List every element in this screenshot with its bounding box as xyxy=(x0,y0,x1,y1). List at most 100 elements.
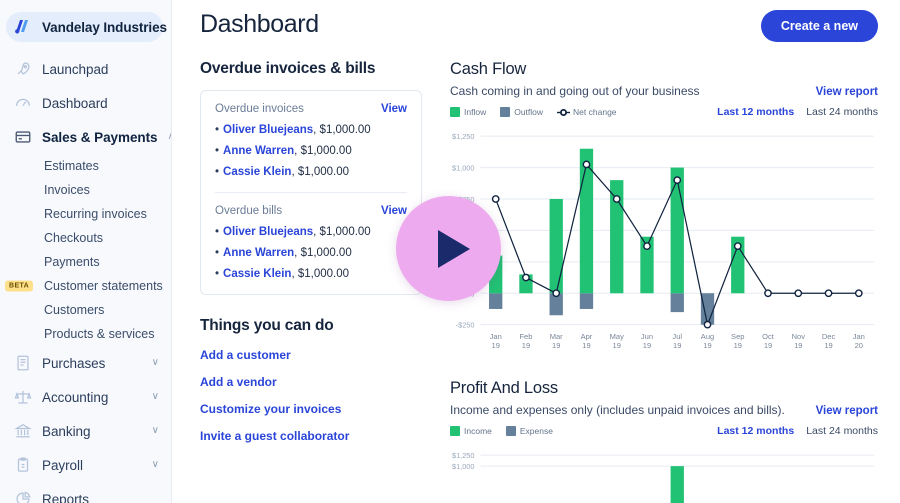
sidebar-item-accounting[interactable]: Accounting ∨ xyxy=(0,380,171,414)
overdue-contact-link[interactable]: Cassie Klein xyxy=(223,166,291,178)
x-axis-tick-label: Mar xyxy=(550,332,563,341)
range-option-last-12-months[interactable]: Last 12 months xyxy=(717,106,794,118)
legend-item: Income xyxy=(450,426,492,437)
net-change-point xyxy=(552,289,561,298)
clipboard-icon xyxy=(14,456,32,474)
bullet-icon: • xyxy=(215,226,220,238)
x-axis-tick-label: Sep xyxy=(731,332,744,341)
net-change-marker-icon xyxy=(557,108,571,117)
x-axis-tick-label-year: 19 xyxy=(492,341,500,350)
legend-item: Inflow xyxy=(450,107,486,117)
x-axis-tick-label: Jan xyxy=(853,332,865,341)
overdue-contact-link[interactable]: Anne Warren xyxy=(223,145,294,157)
things-link-add-a-customer[interactable]: Add a customer xyxy=(200,348,422,362)
net-change-point xyxy=(764,289,772,298)
sidebar-subitem-label: Customer statements xyxy=(44,279,163,293)
legend-label: Income xyxy=(464,426,492,437)
y-axis-tick-label: $1,250 xyxy=(452,451,474,460)
sidebar-item-banking[interactable]: Banking ∨ xyxy=(0,414,171,448)
things-link-add-a-vendor[interactable]: Add a vendor xyxy=(200,375,422,389)
sidebar-item-sales-payments[interactable]: Sales & Payments∧ xyxy=(0,120,171,154)
overdue-amount: $1,000.00 xyxy=(297,268,349,280)
sidebar-subitem-payments[interactable]: Payments xyxy=(0,250,171,274)
overdue-view-link[interactable]: View xyxy=(381,205,407,217)
sidebar: Vandelay Industries › Launchpad Dashboard… xyxy=(0,0,172,503)
sidebar-subitem-products-services[interactable]: Products & services xyxy=(0,322,171,346)
profit-and-loss-chart: $1,250 $1,000 xyxy=(450,447,878,503)
page-header: Dashboard Create a new xyxy=(200,10,878,42)
create-a-new-button[interactable]: Create a new xyxy=(760,10,878,42)
net-change-point xyxy=(673,176,682,185)
profit-and-loss-legend: Income Expense xyxy=(450,426,553,437)
sidebar-subitem-estimates[interactable]: Estimates xyxy=(0,154,171,178)
x-axis-tick-label-year: 19 xyxy=(703,341,711,350)
cash-flow-view-report-link[interactable]: View report xyxy=(816,86,878,98)
x-axis-tick-label-year: 19 xyxy=(522,341,530,350)
overdue-amount: $1,000.00 xyxy=(300,247,352,259)
overdue-amount: $1,000.00 xyxy=(300,145,352,157)
overdue-contact-link[interactable]: Cassie Klein xyxy=(223,268,291,280)
bar-outflow xyxy=(579,293,594,309)
sidebar-subitem-invoices[interactable]: Invoices xyxy=(0,178,171,202)
net-change-point xyxy=(522,273,530,282)
x-axis-tick-label-year: 19 xyxy=(552,341,560,350)
things-you-can-do-section: Things you can do Add a customer Add a ve… xyxy=(200,317,422,443)
net-change-point xyxy=(643,242,651,250)
range-option-last-24-months[interactable]: Last 24 months xyxy=(806,425,878,437)
sidebar-item-reports[interactable]: Reports xyxy=(0,482,171,503)
things-you-can-do-title: Things you can do xyxy=(200,317,334,334)
overdue-group-header: Overdue bills View xyxy=(215,205,407,217)
overdue-list-item: • Anne Warren, $1,000.00 xyxy=(215,145,352,157)
x-axis-tick-label-year: 19 xyxy=(582,341,590,350)
cash-flow-chart: $1,250$1,000$750$500$250$0-$250Jan19Feb1… xyxy=(450,128,878,357)
bar-inflow xyxy=(670,167,684,294)
chevron-down-icon[interactable]: ∨ xyxy=(152,426,159,436)
sidebar-subitem-recurring-invoices[interactable]: Recurring invoices xyxy=(0,202,171,226)
sidebar-item-launchpad[interactable]: Launchpad xyxy=(0,52,171,86)
overdue-contact-link[interactable]: Oliver Bluejeans xyxy=(223,124,313,136)
legend-label: Net change xyxy=(573,107,617,117)
legend-swatch xyxy=(450,107,460,117)
bullet-icon: • xyxy=(215,145,220,157)
sidebar-subitem-checkouts[interactable]: Checkouts xyxy=(0,226,171,250)
brand-company-switcher[interactable]: Vandelay Industries › xyxy=(6,12,167,42)
left-column: Overdue invoices & bills Overdue invoice… xyxy=(200,60,422,503)
company-logo-icon xyxy=(14,19,34,35)
bar-outflow xyxy=(670,293,684,313)
overdue-section-title: Overdue invoices & bills xyxy=(200,60,376,77)
play-button[interactable] xyxy=(396,196,501,301)
chevron-down-icon[interactable]: ∨ xyxy=(152,358,159,368)
x-axis-tick-label-year: 19 xyxy=(824,341,832,350)
x-axis-tick-label-year: 19 xyxy=(643,341,651,350)
legend-item: Expense xyxy=(505,426,553,437)
overdue-contact-link[interactable]: Oliver Bluejeans xyxy=(223,226,313,238)
x-axis-tick-label-year: 19 xyxy=(794,341,802,350)
overdue-group-header: Overdue invoices View xyxy=(215,103,407,115)
things-link-invite-a-guest-collaborator[interactable]: Invite a guest collaborator xyxy=(200,429,422,443)
profit-and-loss-view-report-link[interactable]: View report xyxy=(816,405,878,417)
x-axis-tick-label: Feb xyxy=(519,332,532,341)
sidebar-item-payroll[interactable]: Payroll ∨ xyxy=(0,448,171,482)
right-column: Cash Flow Cash coming in and going out o… xyxy=(450,60,878,503)
sidebar-subitem-customer-statements[interactable]: BETA Customer statements xyxy=(0,274,171,298)
range-option-last-24-months[interactable]: Last 24 months xyxy=(806,106,878,118)
main-content: Dashboard Create a new Overdue invoices … xyxy=(172,0,900,503)
profit-and-loss-subtitle: Income and expenses only (includes unpai… xyxy=(450,403,785,418)
chevron-down-icon[interactable]: ∨ xyxy=(152,460,159,470)
overdue-amount: $1,000.00 xyxy=(319,124,371,136)
legend-swatch xyxy=(500,107,511,117)
legend-label: Outflow xyxy=(514,107,544,117)
x-axis-tick-label: Jan xyxy=(490,332,502,341)
bullet-icon: • xyxy=(215,166,220,178)
sidebar-item-dashboard[interactable]: Dashboard xyxy=(0,86,171,120)
overdue-contact-link[interactable]: Anne Warren xyxy=(223,247,294,259)
chevron-down-icon[interactable]: ∨ xyxy=(152,392,159,402)
overdue-view-link[interactable]: View xyxy=(381,103,407,115)
y-axis-tick-label: $1,250 xyxy=(452,132,474,141)
sidebar-nav: Launchpad Dashboard Sales & Payments∧ Estim… xyxy=(0,52,171,503)
sidebar-subitem-customers[interactable]: Customers xyxy=(0,298,171,322)
things-link-customize-your-invoices[interactable]: Customize your invoices xyxy=(200,402,422,416)
range-option-last-12-months[interactable]: Last 12 months xyxy=(717,425,794,437)
sidebar-item-purchases[interactable]: Purchases ∨ xyxy=(0,346,171,380)
cash-flow-legend: Inflow Outflow Net change xyxy=(450,107,617,117)
